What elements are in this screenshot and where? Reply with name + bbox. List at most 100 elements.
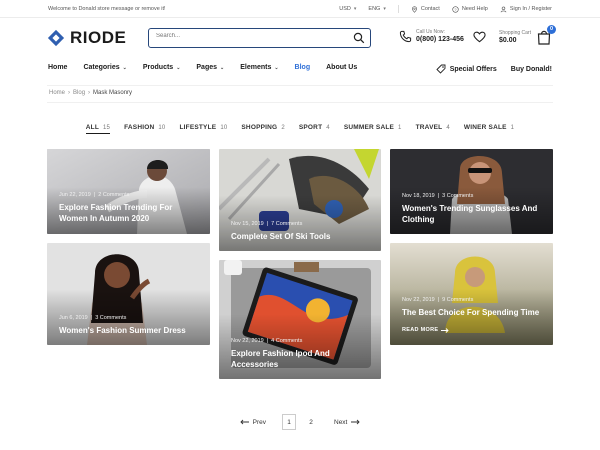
- nav-label: Pages: [196, 64, 218, 71]
- read-more-label: READ MORE: [402, 327, 439, 333]
- filter-count: 2: [281, 125, 285, 131]
- page-number[interactable]: 1: [282, 414, 296, 430]
- filter-count: 10: [158, 125, 166, 131]
- post-card[interactable]: Jun 22, 2019 | 2 Comments Explore Fashio…: [47, 149, 210, 234]
- help-icon: ?: [452, 5, 459, 13]
- nav-item-products[interactable]: Products ⌄: [143, 64, 181, 71]
- currency-select[interactable]: USD ▾: [339, 6, 356, 12]
- post-meta: Nov 18, 2019 | 3 Comments: [402, 193, 473, 199]
- post-title[interactable]: Women's Trending Sunglasses And Clothing: [402, 203, 543, 225]
- post-card[interactable]: Nov 22, 2019 | 9 Comments The Best Choic…: [390, 243, 553, 345]
- nav-label: Blog: [294, 64, 311, 71]
- user-icon: [500, 6, 507, 12]
- header: RIODE Call Us Now: 0(800) 123-456 Shoppi…: [0, 18, 600, 60]
- contact-link[interactable]: Contact: [411, 5, 440, 13]
- post-title[interactable]: Women's Fashion Summer Dress: [59, 325, 200, 336]
- post-comments[interactable]: 3 Comments: [95, 315, 126, 321]
- post-card[interactable]: Jun 6, 2019 | 3 Comments Women's Fashion…: [47, 243, 210, 345]
- filter-travel[interactable]: TRAVEL 4: [416, 124, 450, 134]
- post-title[interactable]: Complete Set Of Ski Tools: [231, 231, 371, 242]
- prev-page-button[interactable]: Prev: [239, 419, 266, 426]
- help-link[interactable]: ? Need Help: [452, 5, 488, 13]
- logo[interactable]: RIODE: [47, 28, 126, 48]
- cart[interactable]: Shopping Cart $0.00 0: [499, 25, 556, 45]
- nav-item-blog[interactable]: Blog: [295, 64, 311, 71]
- nav-item-categories[interactable]: Categories ⌄: [83, 64, 126, 71]
- read-more-link[interactable]: READ MORE: [402, 327, 449, 333]
- post-meta: Nov 22, 2019 | 9 Comments: [402, 297, 473, 303]
- filter-shopping[interactable]: SHOPPING 2: [241, 124, 284, 134]
- nav-label: Home: [48, 64, 68, 71]
- post-meta: Jun 22, 2019 | 2 Comments: [59, 192, 129, 198]
- breadcrumb-separator: ›: [68, 90, 71, 96]
- special-offers-link[interactable]: Special Offers: [436, 64, 497, 74]
- search-icon[interactable]: [353, 32, 365, 44]
- filter-label: SUMMER SALE: [343, 124, 395, 131]
- currency-label: USD: [339, 6, 351, 12]
- breadcrumb-home[interactable]: Home: [49, 90, 65, 96]
- nav-label: About Us: [326, 64, 358, 71]
- post-card[interactable]: Nov 18, 2019 | 3 Comments Women's Trendi…: [390, 149, 553, 234]
- filter-count: 15: [103, 125, 111, 131]
- pagination: Prev 1 2 Next: [0, 414, 600, 430]
- call-text: Call Us Now: 0(800) 123-456: [416, 29, 464, 43]
- nav-item-home[interactable]: Home: [48, 64, 67, 71]
- filter-count: 4: [326, 125, 330, 131]
- post-title[interactable]: Explore Fashion Ipod And Accessories: [231, 348, 371, 370]
- next-label: Next: [334, 418, 348, 426]
- post-comments[interactable]: 3 Comments: [442, 193, 473, 199]
- category-filters: ALL 15 FASHION 10 LIFESTYLE 10 SHOPPING 2 SP…: [0, 124, 600, 134]
- post-date: Nov 22, 2019: [402, 297, 435, 303]
- help-label: Need Help: [461, 6, 488, 12]
- filter-all[interactable]: ALL 15: [85, 124, 111, 134]
- cart-count-badge: 0: [546, 25, 556, 34]
- page-number[interactable]: 2: [304, 414, 318, 430]
- chevron-down-icon: ⌄: [220, 64, 225, 71]
- search-box: [148, 28, 371, 48]
- filter-summer-sale[interactable]: SUMMER SALE 1: [344, 124, 402, 134]
- next-page-button[interactable]: Next: [334, 418, 361, 426]
- post-comments[interactable]: 7 Comments: [271, 221, 302, 227]
- cart-text: Shopping Cart $0.00: [499, 30, 531, 44]
- breadcrumb-bar: Home › Blog › Mask Masonry: [47, 85, 553, 103]
- chevron-down-icon: ⌄: [122, 64, 127, 71]
- meta-separator: |: [93, 192, 96, 198]
- filter-winter-sale[interactable]: WINER SALE 1: [464, 124, 514, 134]
- chevron-down-icon: ▾: [353, 6, 357, 12]
- nav-label: Elements: [240, 64, 272, 71]
- post-title[interactable]: The Best Choice For Spending Time: [402, 307, 543, 318]
- post-card[interactable]: Nov 15, 2019 | 7 Comments Complete Set O…: [219, 149, 381, 251]
- search-input[interactable]: [156, 33, 336, 39]
- account-link[interactable]: Sign In / Register: [500, 6, 552, 13]
- special-offers-label: Special Offers: [449, 65, 497, 73]
- logo-text: RIODE: [70, 28, 127, 47]
- filter-fashion[interactable]: FASHION 10: [124, 124, 165, 134]
- post-title[interactable]: Explore Fashion Trending For Women In Au…: [59, 202, 200, 224]
- filter-count: 1: [398, 125, 402, 131]
- meta-separator: |: [266, 338, 269, 344]
- filter-label: WINER SALE: [463, 124, 507, 131]
- breadcrumb-blog[interactable]: Blog: [73, 90, 85, 96]
- nav-item-pages[interactable]: Pages ⌄: [196, 64, 224, 71]
- call-label: Call Us Now:: [416, 29, 445, 35]
- post-date: Jun 22, 2019: [59, 192, 91, 198]
- cart-label: Shopping Cart: [499, 30, 531, 36]
- divider: [397, 5, 399, 13]
- filter-sport[interactable]: SPORT 4: [299, 124, 330, 134]
- call-info[interactable]: Call Us Now: 0(800) 123-456: [399, 29, 464, 43]
- language-select[interactable]: ENG ▾: [368, 6, 385, 12]
- arrow-right-icon: [351, 419, 361, 425]
- nav-item-elements[interactable]: Elements ⌄: [240, 64, 278, 71]
- nav-menu: Home Categories ⌄ Products ⌄ Pages ⌄ Elemen…: [48, 64, 357, 71]
- post-comments[interactable]: 4 Comments: [271, 338, 302, 344]
- post-meta: Nov 15, 2019 | 7 Comments: [231, 221, 302, 227]
- nav-item-about[interactable]: About Us: [326, 64, 357, 71]
- wishlist-heart-icon[interactable]: [473, 31, 486, 43]
- post-comments[interactable]: 2 Comments: [98, 192, 129, 198]
- call-number: 0(800) 123-456: [416, 36, 464, 43]
- post-card[interactable]: Nov 22, 2019 | 4 Comments Explore Fashio…: [219, 260, 381, 379]
- filter-lifestyle[interactable]: LIFESTYLE 10: [179, 124, 227, 134]
- arrow-left-icon: [239, 419, 249, 425]
- post-comments[interactable]: 9 Comments: [442, 297, 473, 303]
- buy-link[interactable]: Buy Donald!: [511, 66, 552, 73]
